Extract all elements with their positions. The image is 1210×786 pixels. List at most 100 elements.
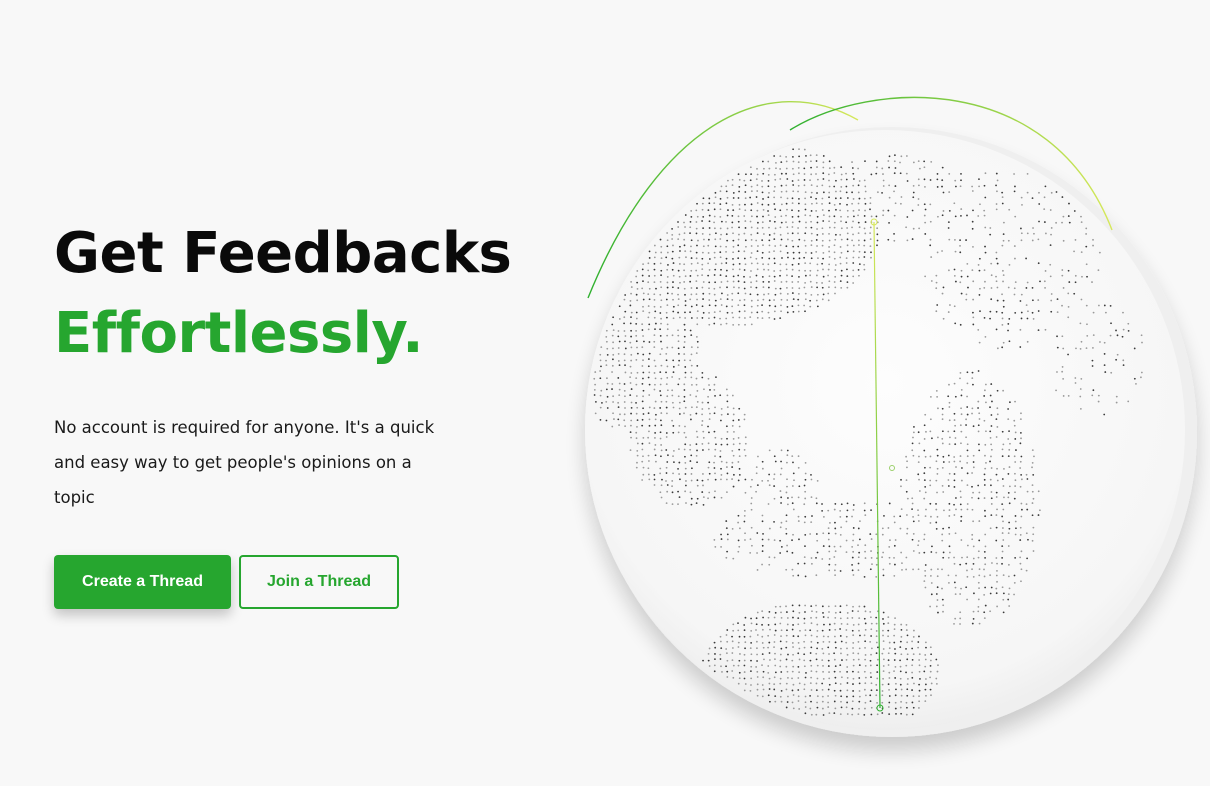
land-dot [815,556,817,559]
land-dot [1013,419,1016,422]
land-dot [738,268,741,271]
land-dot [810,226,813,229]
land-dot [804,214,807,217]
land-dot [839,246,842,248]
land-dot [599,370,602,372]
land-dot [768,527,771,530]
land-dot [683,448,686,451]
land-dot [1007,593,1010,596]
land-dot [924,491,927,494]
land-dot [846,203,848,206]
land-dot [858,682,861,685]
land-dot [990,484,992,487]
land-dot [857,658,860,661]
land-dot [954,437,957,439]
land-dot [612,412,614,415]
land-dot [617,406,620,408]
land-dot [701,220,704,222]
land-dot [677,467,679,470]
land-dot [1050,233,1052,236]
land-dot [725,520,728,522]
land-dot [612,341,615,344]
land-dot [743,232,746,235]
land-dot [846,666,849,668]
land-dot [1127,329,1130,332]
land-dot [863,509,866,512]
land-dot [691,467,693,470]
land-dot [984,454,986,457]
land-dot [815,173,817,175]
land-dot [689,298,692,301]
land-dot [761,538,764,541]
land-dot [840,647,842,650]
land-dot [985,401,987,404]
land-dot [1007,455,1010,458]
land-dot [977,328,980,331]
land-dot [959,185,962,188]
land-dot [953,556,955,559]
land-dot [929,605,931,608]
land-dot [731,466,734,468]
land-dot [924,570,927,572]
land-dot [887,160,890,162]
land-dot [996,605,999,608]
land-dot [791,226,794,228]
land-dot [852,647,854,649]
land-dot [1127,322,1130,325]
land-dot [743,448,746,451]
land-dot [893,190,895,193]
land-dot [653,298,656,301]
land-dot [845,221,848,224]
land-dot [714,238,717,241]
land-dot [739,299,741,302]
land-dot [773,185,776,188]
land-dot [683,263,686,266]
land-dot [954,179,957,182]
land-dot [732,473,735,476]
land-dot [737,280,740,283]
join-thread-button[interactable]: Join a Thread [239,555,399,609]
land-dot [845,629,848,631]
land-dot [864,701,867,704]
land-dot [971,190,974,192]
land-dot [594,412,597,415]
land-dot [671,334,674,337]
land-dot [947,556,950,559]
land-dot [720,233,722,236]
land-dot [955,466,957,468]
land-dot [931,545,933,548]
land-dot [761,610,764,613]
land-dot [725,652,728,655]
land-dot [635,412,638,415]
land-dot [852,250,855,253]
land-dot [930,682,933,685]
land-dot [720,304,723,306]
land-dot [828,683,831,686]
land-dot [779,682,782,685]
land-dot [1073,250,1075,253]
land-dot [1031,239,1034,242]
land-dot [1092,311,1095,314]
create-thread-button[interactable]: Create a Thread [54,555,231,609]
land-dot [774,695,777,698]
land-dot [737,682,740,685]
land-dot [731,478,733,480]
land-dot [660,340,662,343]
land-dot [948,209,951,212]
land-dot [882,568,885,571]
land-dot [828,209,830,212]
land-dot [630,292,632,295]
land-dot [846,227,848,229]
land-dot [948,436,951,439]
land-dot [624,335,627,337]
land-dot [779,473,782,476]
land-dot [720,220,723,223]
land-dot [768,484,771,487]
land-dot [822,257,825,260]
land-dot [635,466,638,469]
land-dot [900,688,903,691]
land-dot [1091,365,1094,367]
land-dot [917,509,919,512]
land-dot [803,484,806,487]
land-dot [647,365,650,368]
